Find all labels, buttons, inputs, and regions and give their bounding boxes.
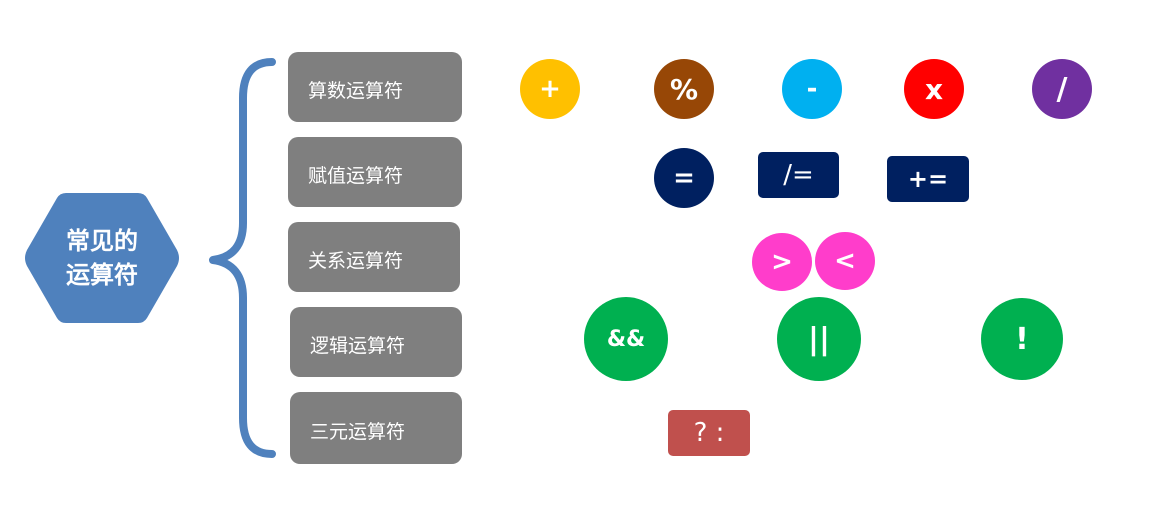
operator-less-than-symbol: < [834, 246, 856, 276]
operator-logical-not: ! [981, 298, 1063, 380]
operator-greater-than: > [752, 233, 812, 291]
operator-divide: / [1032, 59, 1092, 119]
operator-ternary: ? : [668, 410, 750, 456]
operator-divide-symbol: / [1056, 71, 1068, 107]
operator-plus-symbol: + [539, 74, 561, 104]
operator-minus: - [782, 59, 842, 119]
operator-greater-than-symbol: > [771, 247, 793, 277]
operator-multiply: x [904, 59, 964, 119]
operator-logical-and-symbol: && [606, 326, 646, 352]
operator-assign-symbol: = [673, 163, 695, 193]
hexagon-label: 常见的 运算符 [22, 187, 182, 329]
operator-modulo-symbol: % [669, 72, 699, 106]
operator-logical-or-symbol: || [808, 321, 830, 357]
hexagon-label-line1: 常见的 [66, 227, 138, 255]
operator-logical-or: || [777, 297, 861, 381]
operator-assign: = [654, 148, 714, 208]
category-relational-label: 关系运算符 [308, 249, 404, 272]
category-arithmetic: 算数运算符 [288, 52, 462, 122]
operator-plus: + [520, 59, 580, 119]
category-ternary-label: 三元运算符 [310, 420, 406, 443]
category-logical-label: 逻辑运算符 [310, 334, 406, 357]
operator-less-than: < [815, 232, 875, 290]
operator-minus-symbol: - [806, 74, 818, 104]
category-logical: 逻辑运算符 [290, 307, 462, 377]
operator-ternary-symbol: ? : [693, 418, 725, 448]
operator-add-assign-symbol: += [907, 165, 949, 193]
category-ternary: 三元运算符 [290, 392, 462, 464]
central-hexagon: 常见的 运算符 [22, 187, 182, 329]
operator-add-assign: += [887, 156, 969, 202]
operator-multiply-symbol: x [924, 72, 944, 106]
category-assignment: 赋值运算符 [288, 137, 462, 207]
curly-brace [209, 58, 276, 458]
category-arithmetic-label: 算数运算符 [308, 79, 404, 102]
diagram-canvas: 常见的 运算符 算数运算符 赋值运算符 关系运算符 逻辑运算符 三元运算符 + … [0, 0, 1156, 528]
operator-logical-not-symbol: ! [1015, 321, 1029, 357]
operator-divide-assign-symbol: /= [783, 160, 814, 190]
hexagon-label-line2: 运算符 [66, 261, 138, 289]
operator-divide-assign: /= [758, 152, 839, 198]
operator-modulo: % [654, 59, 714, 119]
category-relational: 关系运算符 [288, 222, 460, 292]
category-assignment-label: 赋值运算符 [308, 164, 404, 187]
operator-logical-and: && [584, 297, 668, 381]
